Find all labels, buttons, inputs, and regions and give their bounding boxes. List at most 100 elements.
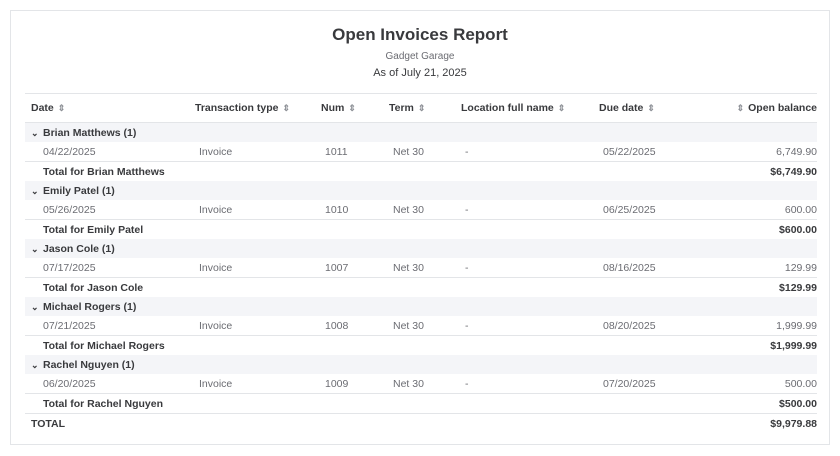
- customer-total-label: Total for Michael Rogers: [25, 335, 321, 355]
- invoice-term: Net 30: [393, 377, 424, 390]
- customer-total-label: Total for Jason Cole: [25, 277, 321, 297]
- invoice-row[interactable]: 05/26/2025 Invoice 1010 Net 30 - 06/25/2025 60…: [25, 200, 817, 220]
- customer-total-label: Total for Brian Matthews: [25, 161, 321, 181]
- invoice-date: 05/26/2025: [43, 203, 96, 216]
- due-date: 06/25/2025: [603, 203, 656, 216]
- transaction-type[interactable]: Invoice: [195, 374, 321, 394]
- customer-group-name: Brian Matthews (1): [43, 126, 137, 139]
- location-name: -: [465, 145, 469, 158]
- customer-total-row: Total for Jason Cole $129.99: [25, 277, 817, 297]
- transaction-type[interactable]: Invoice: [195, 316, 321, 336]
- invoice-term: Net 30: [393, 261, 424, 274]
- customer-group-header[interactable]: ⌄ Emily Patel (1): [25, 181, 817, 200]
- column-header-due-date[interactable]: Due date ⇕: [599, 93, 715, 123]
- open-balance: 600.00: [784, 203, 817, 216]
- invoice-row[interactable]: 04/22/2025 Invoice 1011 Net 30 - 05/22/2025 6,…: [25, 142, 817, 162]
- invoice-row[interactable]: 07/21/2025 Invoice 1008 Net 30 - 08/20/2025 1,…: [25, 316, 817, 336]
- invoice-date: 04/22/2025: [43, 145, 96, 158]
- customer-total-value: $600.00: [715, 219, 817, 239]
- due-date: 08/20/2025: [603, 319, 656, 332]
- column-label: Num: [321, 102, 345, 114]
- sort-icon: ⇕: [348, 103, 356, 113]
- grand-total-value: $9,979.88: [715, 413, 817, 433]
- column-header-open-balance[interactable]: ⇕ Open balance: [715, 93, 817, 123]
- column-header-location[interactable]: Location full name ⇕: [461, 93, 599, 123]
- column-label: Transaction type: [195, 102, 279, 114]
- invoice-term: Net 30: [393, 319, 424, 332]
- customer-group-header[interactable]: ⌄ Rachel Nguyen (1): [25, 355, 817, 374]
- chevron-down-icon[interactable]: ⌄: [31, 186, 43, 197]
- open-invoices-report: Open Invoices Report Gadget Garage As of…: [10, 10, 830, 445]
- report-title: Open Invoices Report: [332, 25, 508, 44]
- chevron-down-icon[interactable]: ⌄: [31, 128, 43, 139]
- invoice-date: 07/17/2025: [43, 261, 96, 274]
- invoice-term: Net 30: [393, 203, 424, 216]
- company-name: Gadget Garage: [385, 51, 455, 62]
- open-balance: 500.00: [784, 377, 817, 390]
- grand-total-label: TOTAL: [25, 413, 195, 433]
- due-date: 08/16/2025: [603, 261, 656, 274]
- customer-group-header[interactable]: ⌄ Michael Rogers (1): [25, 297, 817, 316]
- location-name: -: [465, 203, 469, 216]
- customer-group-name: Jason Cole (1): [43, 242, 115, 255]
- customer-total-value: $129.99: [715, 277, 817, 297]
- invoice-num: 1010: [325, 203, 349, 216]
- invoice-date: 06/20/2025: [43, 377, 96, 390]
- customer-total-label: Total for Rachel Nguyen: [25, 393, 321, 414]
- column-label: Term: [389, 102, 414, 114]
- column-header-term[interactable]: Term ⇕: [389, 93, 461, 123]
- chevron-down-icon[interactable]: ⌄: [31, 360, 43, 371]
- open-balance: 129.99: [784, 261, 817, 274]
- customer-group-header[interactable]: ⌄ Brian Matthews (1): [25, 122, 817, 142]
- customer-total-value: $1,999.99: [715, 335, 817, 355]
- open-balance: 1,999.99: [776, 319, 817, 332]
- sort-icon: ⇕: [557, 103, 566, 113]
- report-table: Date ⇕ Transaction type ⇕ Num ⇕ Term ⇕ Locat…: [25, 93, 817, 433]
- customer-total-row: Total for Emily Patel $600.00: [25, 219, 817, 239]
- invoice-num: 1011: [325, 145, 348, 158]
- location-name: -: [465, 377, 469, 390]
- column-header-date[interactable]: Date ⇕: [25, 93, 195, 123]
- column-header-num[interactable]: Num ⇕: [321, 93, 389, 123]
- transaction-type[interactable]: Invoice: [195, 200, 321, 220]
- sort-icon: ⇕: [647, 103, 655, 113]
- column-label: Due date: [599, 102, 644, 114]
- sort-icon: ⇕: [417, 103, 426, 113]
- column-label: Date: [31, 102, 54, 114]
- customer-group-name: Emily Patel (1): [43, 184, 115, 197]
- location-name: -: [465, 261, 469, 274]
- customer-total-value: $500.00: [715, 393, 817, 414]
- customer-total-label: Total for Emily Patel: [25, 219, 321, 239]
- sort-icon: ⇕: [736, 103, 745, 113]
- invoice-date: 07/21/2025: [43, 319, 96, 332]
- customer-total-row: Total for Brian Matthews $6,749.90: [25, 161, 817, 181]
- report-body: ⌄ Brian Matthews (1) 04/22/2025 Invoice 1011…: [25, 122, 817, 414]
- location-name: -: [465, 319, 469, 332]
- customer-total-value: $6,749.90: [715, 161, 817, 181]
- transaction-type[interactable]: Invoice: [195, 142, 321, 162]
- invoice-row[interactable]: 06/20/2025 Invoice 1009 Net 30 - 07/20/2025 50…: [25, 374, 817, 394]
- sort-icon: ⇕: [282, 103, 290, 113]
- customer-total-row: Total for Michael Rogers $1,999.99: [25, 335, 817, 355]
- invoice-num: 1007: [325, 261, 349, 274]
- open-balance: 6,749.90: [776, 145, 817, 158]
- column-label: Location full name: [461, 102, 554, 114]
- invoice-term: Net 30: [393, 145, 424, 158]
- chevron-down-icon[interactable]: ⌄: [31, 244, 43, 255]
- customer-total-row: Total for Rachel Nguyen $500.00: [25, 393, 817, 414]
- customer-group-name: Rachel Nguyen (1): [43, 358, 135, 371]
- customer-group-header[interactable]: ⌄ Jason Cole (1): [25, 239, 817, 258]
- report-date: As of July 21, 2025: [373, 67, 467, 79]
- transaction-type[interactable]: Invoice: [195, 258, 321, 278]
- chevron-down-icon[interactable]: ⌄: [31, 302, 43, 313]
- invoice-row[interactable]: 07/17/2025 Invoice 1007 Net 30 - 08/16/2025 12…: [25, 258, 817, 278]
- customer-group-name: Michael Rogers (1): [43, 300, 137, 313]
- column-header-transaction-type[interactable]: Transaction type ⇕: [195, 93, 321, 123]
- due-date: 07/20/2025: [603, 377, 656, 390]
- grand-total-row: TOTAL $9,979.88: [25, 413, 817, 433]
- due-date: 05/22/2025: [603, 145, 656, 158]
- invoice-num: 1009: [325, 377, 349, 390]
- sort-icon: ⇕: [57, 103, 66, 113]
- column-label: Open balance: [748, 102, 817, 114]
- invoice-num: 1008: [325, 319, 349, 332]
